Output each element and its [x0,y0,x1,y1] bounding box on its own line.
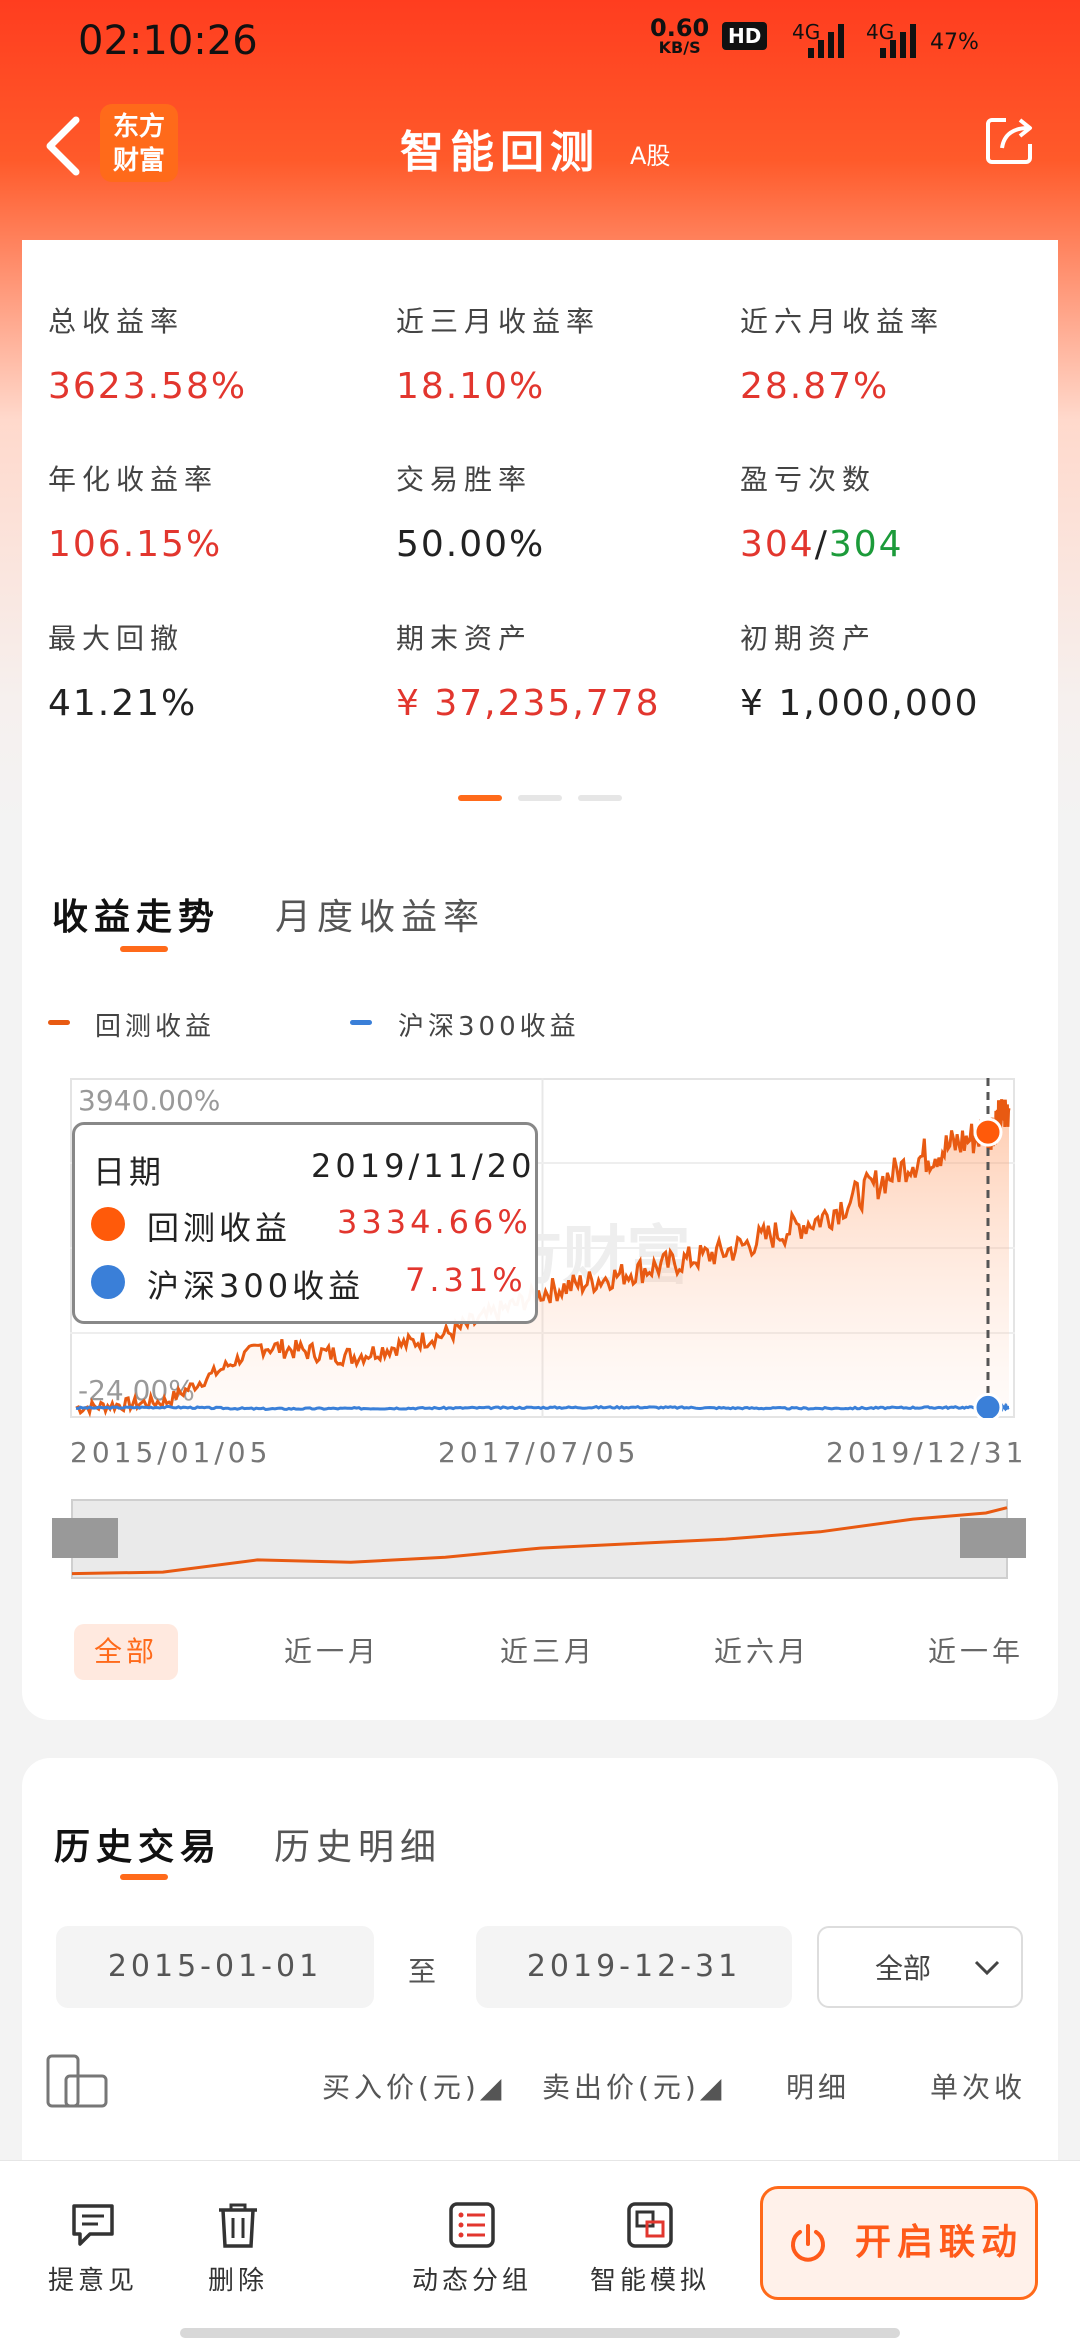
feedback-button[interactable]: 提意见 [48,2200,138,2297]
trash-icon [219,2203,257,2248]
stat-win-loss-count: 盈亏次数 304/304 [740,463,904,565]
navigator-handle-left[interactable] [52,1518,118,1558]
x-tick: 2017/07/05 [438,1436,640,1469]
tab-underline [120,1874,168,1880]
signal-icon-2 [872,22,916,58]
tooltip-dot-strategy [91,1207,125,1241]
stat-3m-return: 近三月收益率 18.10% [396,305,601,407]
marker-strategy [973,1117,1003,1147]
x-tick: 2015/01/05 [70,1436,272,1469]
brand-logo: 东方 财富 [100,104,178,182]
date-range-to: 至 [408,1955,437,1988]
tooltip-date-value: 2019/11/20 [311,1147,536,1185]
legend-swatch-strategy [48,1020,70,1025]
range-6m[interactable]: 近六月 [714,1624,810,1680]
battery-level: 47% [930,30,979,55]
chevron-down-icon [974,1960,1000,1976]
legend-strategy: 回测收益 [95,1012,216,1042]
tooltip-strategy-value: 3334.66% [337,1203,532,1241]
smart-simulate-button[interactable]: 智能模拟 [590,2200,710,2297]
y-tick-label: 3940.00% [78,1084,220,1117]
range-1y[interactable]: 近一年 [928,1624,1024,1680]
trade-filter-select[interactable]: 全部 [817,1926,1023,2008]
stat-win-rate: 交易胜率 50.00% [396,463,546,565]
dynamic-group-button[interactable]: 动态分组 [412,2200,532,2297]
range-3m[interactable]: 近三月 [500,1624,596,1680]
page-indicator-active [458,795,502,801]
status-time: 02:10:26 [78,18,258,64]
range-1m[interactable]: 近一月 [284,1624,380,1680]
power-icon [791,2224,825,2262]
marker-benchmark [973,1392,1003,1418]
column-sell-price[interactable]: 卖出价(元)◢ [542,2066,725,2106]
page-indicator [518,795,562,801]
column-single-return: 单次收 [930,2071,1027,2104]
tooltip-benchmark-value: 7.31% [405,1261,527,1299]
status-bar: 02:10:26 0.60 KB/S HD 4G 4G 47% [0,0,1080,80]
market-label: A股 [630,142,671,170]
tooltip-benchmark-label: 沪深300收益 [147,1267,365,1305]
start-date-field[interactable]: 2015-01-01 [56,1926,374,2008]
nav-bar: 东方 财富 智能回测 A股 [0,90,1080,200]
range-all[interactable]: 全部 [74,1624,179,1680]
end-date-field[interactable]: 2019-12-31 [476,1926,792,2008]
back-button[interactable] [36,106,96,186]
signal-icon [800,22,844,58]
simulate-icon [627,2202,673,2248]
home-indicator [180,2328,900,2338]
range-navigator[interactable] [52,1496,1027,1580]
page-indicator [578,795,622,801]
chevron-left-icon [46,116,80,176]
tab-return-trend[interactable]: 收益走势 [52,888,220,940]
navigator-handle-right[interactable] [960,1518,1026,1558]
x-tick: 2019/12/31 [826,1436,1028,1469]
net-speed: 0.60 KB/S [650,14,710,57]
page-title: 智能回测 [400,127,600,178]
column-details: 明细 [786,2071,851,2104]
feedback-icon [72,2204,114,2246]
legend-swatch-benchmark [350,1020,372,1025]
stat-total-return: 总收益率 3623.58% [48,305,248,407]
tooltip-dot-benchmark [91,1265,125,1299]
hd-badge: HD [722,22,768,50]
chart-tooltip: 日期 2019/11/20 回测收益 3334.66% 沪深300收益 7.31… [72,1122,538,1324]
delete-button[interactable]: 删除 [208,2200,268,2297]
series-line-benchmark [75,1402,1010,1412]
column-buy-price[interactable]: 买入价(元)◢ [322,2066,505,2106]
tooltip-strategy-label: 回测收益 [147,1209,292,1247]
tab-history-trades[interactable]: 历史交易 [54,1818,222,1870]
tab-underline [120,946,168,952]
legend-benchmark: 沪深300收益 [398,1012,580,1042]
share-icon [986,118,1032,164]
tooltip-date-label: 日期 [93,1153,166,1191]
stat-annualized-return: 年化收益率 106.15% [48,463,223,565]
list-icon [449,2202,495,2248]
stat-initial-assets: 初期资产 ¥ 1,000,000 [740,622,980,724]
tab-history-details[interactable]: 历史明细 [274,1818,442,1870]
rotate-screen-icon[interactable] [44,2050,114,2110]
share-button[interactable] [980,110,1040,170]
stat-6m-return: 近六月收益率 28.87% [740,305,945,407]
stat-max-drawdown: 最大回撤 41.21% [48,622,198,724]
stat-final-assets: 期末资产 ¥ 37,235,778 [396,622,661,724]
tab-monthly-return[interactable]: 月度收益率 [275,888,485,940]
